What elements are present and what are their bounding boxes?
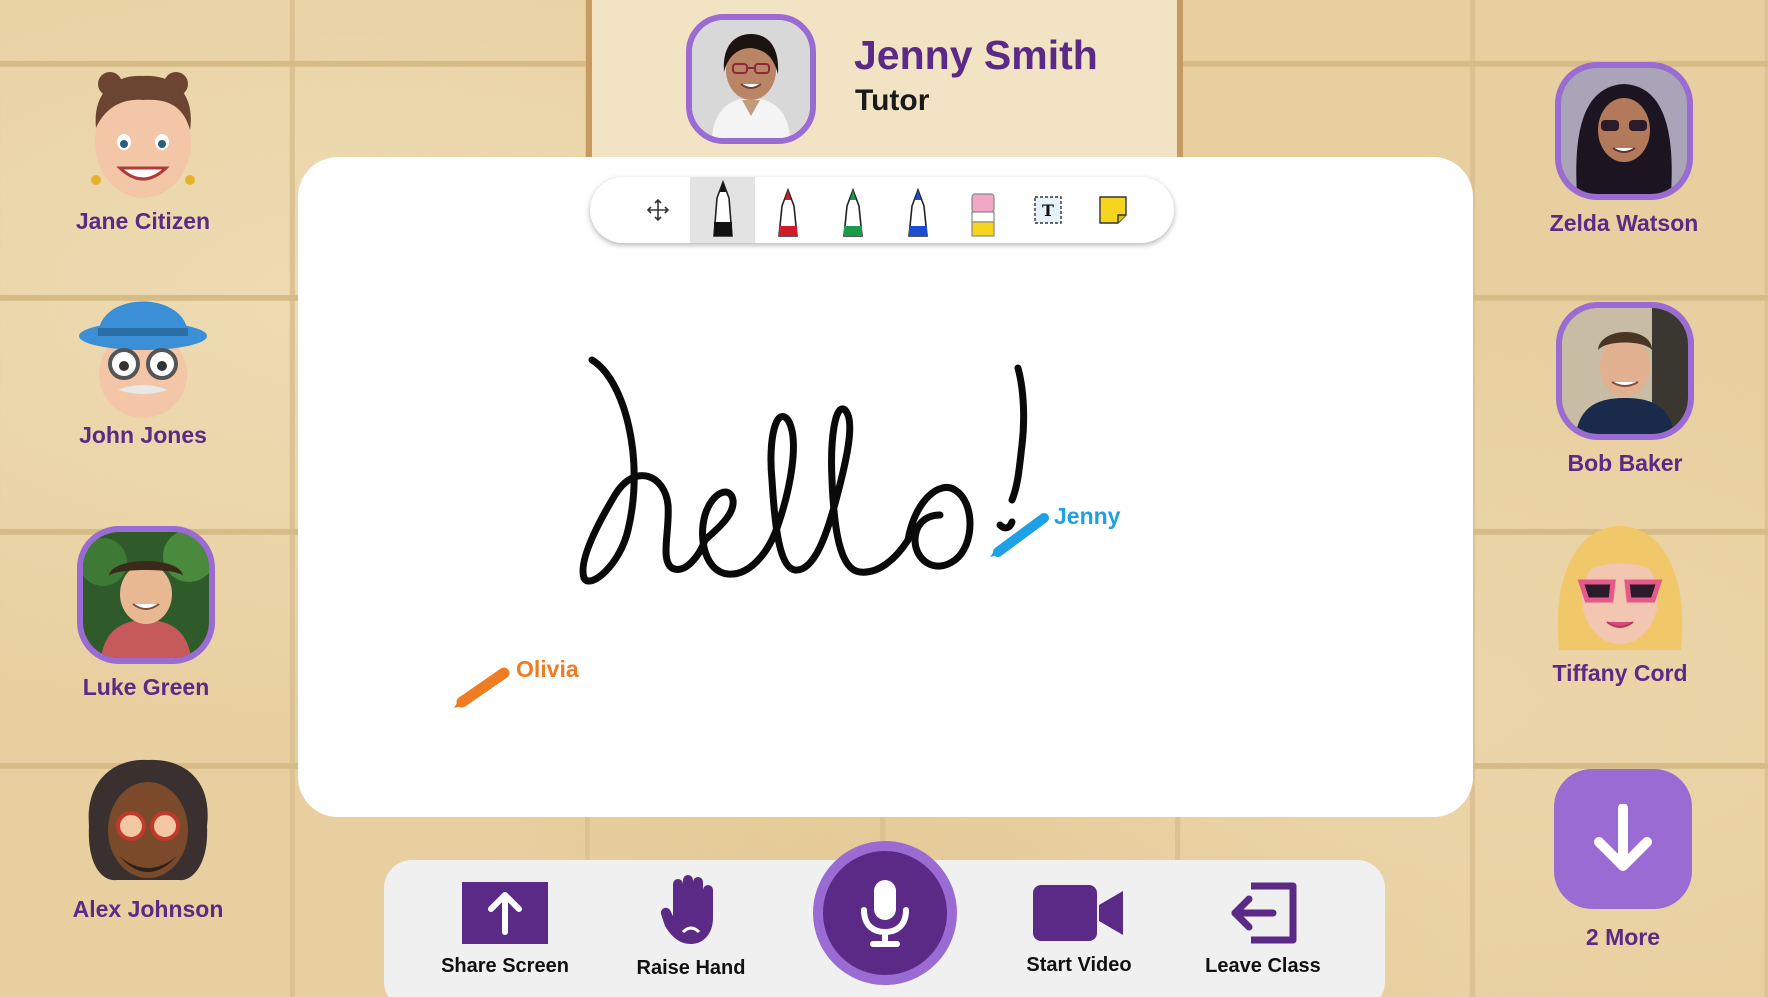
cursor-label-jenny: Jenny xyxy=(1054,503,1121,529)
more-participants-label: 2 More xyxy=(1585,924,1661,950)
blue-pen-icon[interactable] xyxy=(885,177,950,243)
microphone-icon xyxy=(861,880,909,947)
share-screen-label: Share Screen xyxy=(441,955,569,977)
sticky-note-icon[interactable] xyxy=(1080,177,1145,243)
raise-hand-button[interactable]: Raise Hand xyxy=(606,874,776,980)
leave-class-button[interactable]: Leave Class xyxy=(1178,882,1348,978)
exit-icon xyxy=(1231,882,1297,944)
drawing-toolbar: T xyxy=(590,177,1174,243)
memoji-avatar xyxy=(74,282,212,422)
participant-alex-johnson[interactable]: Alex Johnson xyxy=(48,756,248,923)
olivia-pen-cursor-icon xyxy=(454,667,510,708)
raise-hand-label: Raise Hand xyxy=(636,957,746,979)
share-screen-button[interactable]: Share Screen xyxy=(420,882,590,978)
avatar-photo xyxy=(1555,62,1693,200)
participant-luke-green[interactable]: Luke Green xyxy=(46,526,246,701)
participant-name: Zelda Watson xyxy=(1549,210,1699,236)
black-pen-icon[interactable] xyxy=(690,177,755,243)
avatar-photo xyxy=(77,526,215,664)
eraser-icon[interactable] xyxy=(950,177,1015,243)
participant-tiffany-cord[interactable]: Tiffany Cord xyxy=(1520,520,1720,687)
participant-name: Jane Citizen xyxy=(75,208,211,234)
start-video-label: Start Video xyxy=(1026,954,1132,976)
participant-john-jones[interactable]: John Jones xyxy=(43,282,243,449)
red-pen-icon[interactable] xyxy=(755,177,820,243)
start-video-button[interactable]: Start Video xyxy=(994,883,1164,977)
text-tool-icon[interactable]: T xyxy=(1015,177,1080,243)
arrow-down-icon xyxy=(1594,804,1652,871)
move-tool-icon[interactable] xyxy=(625,177,690,243)
participant-name: Tiffany Cord xyxy=(1552,660,1688,686)
hand-icon xyxy=(660,875,713,944)
video-camera-icon xyxy=(1033,885,1123,941)
share-screen-icon xyxy=(462,882,548,944)
microphone-button[interactable] xyxy=(813,841,957,985)
memoji-avatar xyxy=(79,756,217,896)
participant-name: Alex Johnson xyxy=(72,896,224,922)
participant-jane-citizen[interactable]: Jane Citizen xyxy=(43,68,243,235)
avatar-photo xyxy=(1556,302,1694,440)
participant-name: Bob Baker xyxy=(1567,450,1683,476)
green-pen-icon[interactable] xyxy=(820,177,885,243)
leave-class-label: Leave Class xyxy=(1205,955,1321,977)
participant-name: Luke Green xyxy=(82,674,210,700)
svg-text:T: T xyxy=(1042,201,1054,220)
memoji-avatar xyxy=(74,68,212,208)
more-participants-button[interactable] xyxy=(1554,769,1692,909)
cursor-label-olivia: Olivia xyxy=(516,656,579,682)
participant-bob-baker[interactable]: Bob Baker xyxy=(1525,302,1725,477)
participant-zelda-watson[interactable]: Zelda Watson xyxy=(1524,62,1724,237)
participant-name: John Jones xyxy=(79,422,207,448)
memoji-avatar xyxy=(1551,520,1689,660)
handwriting-stroke xyxy=(579,356,1028,585)
